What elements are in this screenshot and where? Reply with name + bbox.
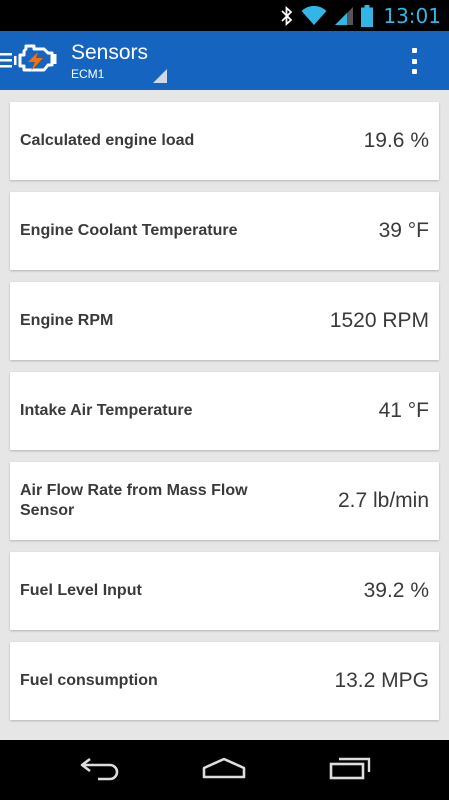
sensor-label: Engine RPM [20,312,114,329]
recent-apps-icon [327,756,373,785]
back-button[interactable] [55,740,145,800]
wifi-icon [301,5,327,26]
sensor-list[interactable]: Calculated engine load 19.6 % Engine Coo… [0,90,449,740]
battery-icon [361,4,374,27]
status-icons: 13:01 [281,0,441,31]
page-title[interactable]: Sensors [71,41,148,65]
sensor-value: 2.7 lb/min [337,489,429,512]
status-bar: 13:01 [0,0,449,31]
sensor-card-intake-air-temp[interactable]: Intake Air Temperature 41 °F [10,372,439,450]
recent-apps-button[interactable] [305,740,395,800]
home-button[interactable] [179,740,269,800]
sensor-value: 19.6 % [363,129,429,152]
cell-signal-icon [335,6,354,26]
sensor-card-engine-rpm[interactable]: Engine RPM 1520 RPM [10,282,439,360]
spinner-triangle-icon[interactable] [153,69,167,83]
home-icon [200,756,248,785]
sensor-card-coolant-temp[interactable]: Engine Coolant Temperature 39 °F [10,192,439,270]
sensor-label: Fuel consumption [20,672,158,689]
sensor-label: Fuel Level Input [20,582,142,599]
navigation-bar [0,740,449,800]
up-navigation-icon[interactable] [0,49,14,71]
sensor-card-fuel-consumption[interactable]: Fuel consumption 13.2 MPG [10,642,439,720]
overflow-menu-icon[interactable] [404,46,424,76]
sensor-card-maf-flow[interactable]: Air Flow Rate from Mass Flow Sensor 2.7 … [10,462,439,540]
engine-check-logo-icon[interactable] [13,42,58,78]
clock: 13:01 [383,3,441,28]
sensor-label: Air Flow Rate from Mass Flow Sensor [20,482,248,519]
sensor-value: 13.2 MPG [334,669,429,692]
sensor-label: Calculated engine load [20,132,195,149]
bluetooth-icon [281,5,293,26]
sensor-label: Intake Air Temperature [20,402,193,419]
sensor-value: 39 °F [378,219,429,242]
sensor-card-engine-load[interactable]: Calculated engine load 19.6 % [10,102,439,180]
sensor-value: 41 °F [378,399,429,422]
action-bar: Sensors ECM1 [0,31,449,90]
back-icon [78,755,122,786]
sensor-label: Engine Coolant Temperature [20,222,238,239]
sensor-value: 1520 RPM [329,309,429,332]
sensor-card-fuel-level[interactable]: Fuel Level Input 39.2 % [10,552,439,630]
ecu-selector-label[interactable]: ECM1 [71,67,104,81]
sensor-value: 39.2 % [363,579,429,602]
